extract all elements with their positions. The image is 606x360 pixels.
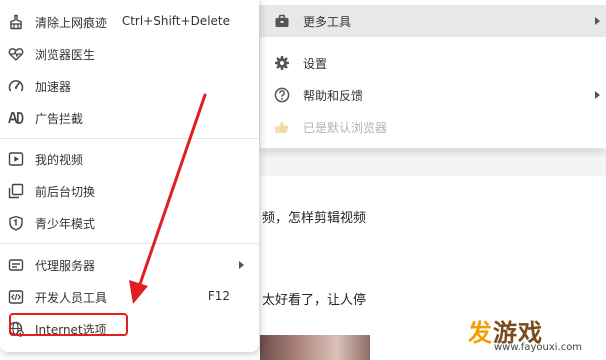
menu-item-shortcut: F12 bbox=[207, 289, 230, 303]
watermark: 发游戏 www.fayouxi.com bbox=[466, 313, 606, 360]
thumbs-up-icon bbox=[275, 121, 289, 133]
submenu-item-label: 设置 bbox=[303, 57, 328, 71]
menu-item-label: 开发人员工具 bbox=[35, 291, 108, 305]
chevron-right-icon bbox=[595, 91, 600, 99]
heart-pulse-icon bbox=[8, 48, 24, 61]
browser-main-menu: 清除上网痕迹 Ctrl+Shift+Delete 浏览器医生 加速器 广告拦截 … bbox=[0, 0, 259, 352]
shield-icon bbox=[9, 215, 23, 231]
background-text-line: 频，怎样剪辑视频 bbox=[262, 211, 367, 226]
menu-item-label: 广告拦截 bbox=[35, 112, 84, 126]
menu-item-accelerator[interactable]: 加速器 bbox=[0, 70, 259, 102]
gear-icon bbox=[275, 56, 289, 70]
help-icon bbox=[274, 87, 290, 103]
menu-item-my-videos[interactable]: 我的视频 bbox=[0, 143, 259, 175]
broom-icon bbox=[10, 14, 22, 30]
submenu-item-help[interactable]: 帮助和反馈 bbox=[260, 79, 606, 111]
menu-item-label: 青少年模式 bbox=[35, 217, 96, 231]
menu-item-label: 代理服务器 bbox=[35, 259, 96, 273]
menu-item-label: 前后台切换 bbox=[35, 185, 96, 199]
code-icon bbox=[8, 290, 24, 304]
ad-block-icon bbox=[8, 112, 24, 124]
watermark-url: www.fayouxi.com bbox=[494, 342, 583, 353]
menu-item-label: 我的视频 bbox=[35, 153, 84, 167]
menu-item-teen-mode[interactable]: 青少年模式 bbox=[0, 207, 259, 239]
red-highlight-box bbox=[9, 313, 128, 336]
menu-item-clear-history[interactable]: 清除上网痕迹 Ctrl+Shift+Delete bbox=[0, 6, 259, 38]
menu-item-shortcut: Ctrl+Shift+Delete bbox=[121, 14, 230, 28]
submenu-item-label: 更多工具 bbox=[303, 15, 352, 29]
menu-item-ad-block[interactable]: 广告拦截 bbox=[0, 102, 259, 134]
submenu-item-default-browser: 已是默认浏览器 bbox=[260, 111, 606, 143]
background-text-line: 太好看了，让人停 bbox=[262, 293, 367, 308]
chevron-right-icon bbox=[595, 17, 600, 25]
submenu-item-label: 已是默认浏览器 bbox=[303, 121, 388, 135]
submenu-item-more-tools[interactable]: 更多工具 bbox=[260, 5, 606, 37]
background-strip bbox=[260, 150, 606, 176]
menu-item-proxy-server[interactable]: 代理服务器 bbox=[0, 249, 259, 281]
more-tools-submenu: 更多工具 设置 帮助和反馈 已是默认浏览器 bbox=[260, 0, 606, 148]
menu-item-label: 浏览器医生 bbox=[35, 48, 96, 62]
menu-item-window-switch[interactable]: 前后台切换 bbox=[0, 175, 259, 207]
menu-divider bbox=[0, 138, 259, 139]
gauge-icon bbox=[8, 80, 24, 92]
chevron-right-icon bbox=[239, 261, 244, 269]
background-photo bbox=[260, 335, 370, 360]
menu-divider bbox=[0, 243, 259, 244]
switch-window-icon bbox=[8, 183, 24, 199]
play-icon bbox=[8, 152, 24, 166]
menu-item-browser-doctor[interactable]: 浏览器医生 bbox=[0, 38, 259, 70]
proxy-server-icon bbox=[8, 259, 24, 271]
menu-item-label: 加速器 bbox=[35, 80, 72, 94]
menu-item-label: 清除上网痕迹 bbox=[35, 16, 108, 30]
toolbox-icon bbox=[275, 14, 289, 27]
submenu-item-label: 帮助和反馈 bbox=[303, 89, 364, 103]
menu-item-developer-tools[interactable]: 开发人员工具 F12 bbox=[0, 281, 259, 313]
submenu-item-settings[interactable]: 设置 bbox=[260, 47, 606, 79]
